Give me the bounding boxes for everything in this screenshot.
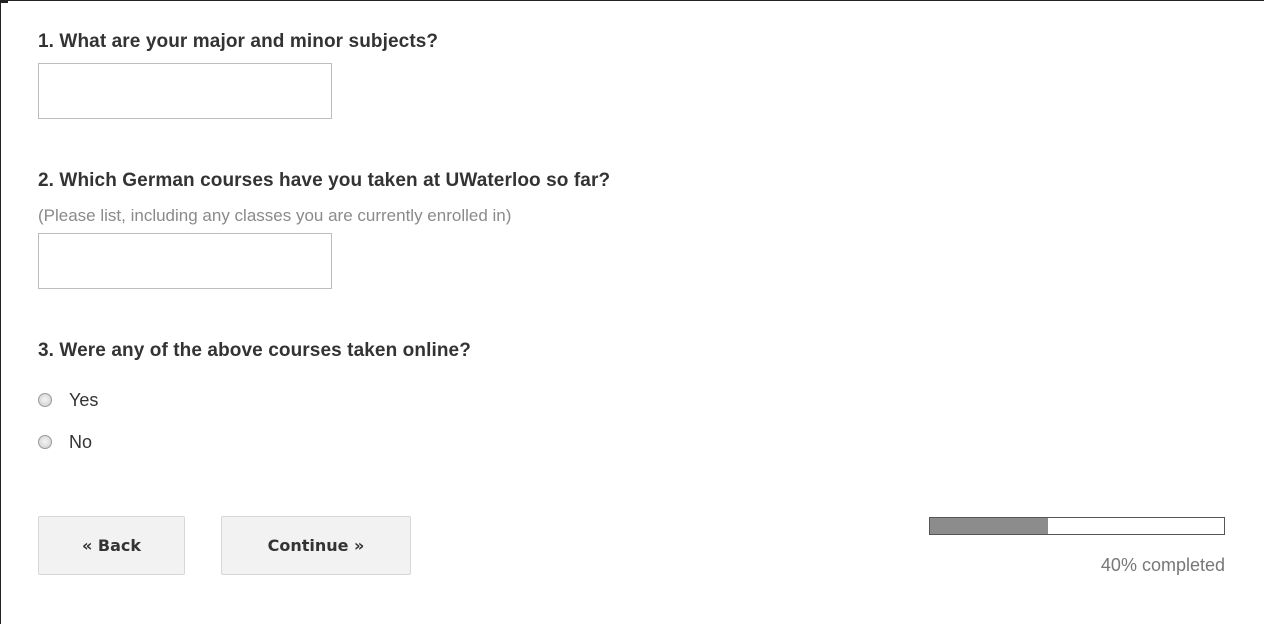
radio-option-yes[interactable]: Yes — [38, 388, 98, 412]
continue-button[interactable]: Continue » — [221, 516, 411, 575]
major-minor-input[interactable] — [38, 63, 332, 119]
back-button[interactable]: « Back — [38, 516, 185, 575]
frame-corner — [0, 0, 8, 3]
radio-option-no[interactable]: No — [38, 430, 92, 454]
radio-label-yes: Yes — [69, 389, 99, 410]
question-3-title: 3. Were any of the above courses taken o… — [38, 340, 471, 361]
radio-label-no: No — [69, 431, 93, 452]
question-2-title: 2. Which German courses have you taken a… — [38, 170, 611, 191]
progress-fill — [930, 518, 1048, 534]
radio-button[interactable] — [38, 393, 52, 407]
german-courses-input[interactable] — [38, 233, 332, 289]
question-2-hint: (Please list, including any classes you … — [38, 206, 512, 225]
progress-label: 40% completed — [1100, 555, 1225, 575]
question-1-title: 1. What are your major and minor subject… — [38, 31, 439, 52]
radio-button[interactable] — [38, 435, 52, 449]
progress-bar — [929, 517, 1225, 535]
